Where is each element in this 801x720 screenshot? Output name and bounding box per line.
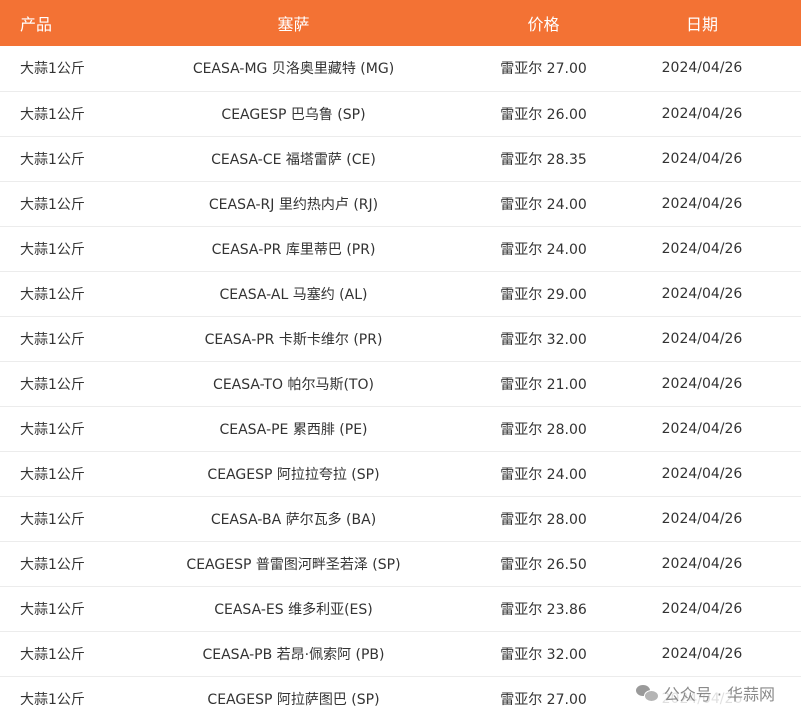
cell-product: 大蒜1公斤	[20, 511, 85, 528]
table-body: 大蒜1公斤 CEASA-MG 贝洛奥里藏特 (MG) 雷亚尔 27.00 2024/0…	[0, 46, 801, 720]
cell-date: 2024/04/26	[661, 645, 743, 662]
cell-product: 大蒜1公斤	[20, 466, 85, 483]
cell-ceasa: CEAGESP 阿拉萨图巴 (SP)	[207, 691, 380, 708]
cell-ceasa: CEASA-CE 福塔雷萨 (CE)	[211, 151, 376, 168]
cell-price: 雷亚尔 21.00	[500, 376, 587, 393]
cell-date: 2024/04/26	[661, 195, 743, 212]
cell-price: 雷亚尔 24.00	[500, 241, 587, 258]
cell-date: 2024/04/26	[661, 60, 743, 77]
cell-date: 2024/04/26	[661, 240, 743, 257]
cell-date: 2024/04/26	[661, 375, 743, 392]
cell-product: 大蒜1公斤	[20, 106, 85, 123]
cell-price: 雷亚尔 32.00	[500, 331, 587, 348]
cell-product: 大蒜1公斤	[20, 241, 85, 258]
cell-date: 2024/04/26	[661, 555, 743, 572]
table-header: 产品 塞萨 价格 日期	[0, 0, 801, 46]
cell-product: 大蒜1公斤	[20, 691, 85, 708]
cell-price: 雷亚尔 27.00	[500, 61, 587, 78]
cell-ceasa: CEASA-AL 马塞约 (AL)	[219, 286, 368, 303]
watermark-text: 公众号 · 华蒜网	[663, 685, 775, 704]
table-row[interactable]: 大蒜1公斤 CEAGESP 阿拉拉夸拉 (SP) 雷亚尔 24.00 2024/04/…	[0, 451, 801, 496]
cell-date: 2024/04/26	[661, 420, 743, 437]
cell-product: 大蒜1公斤	[20, 421, 85, 438]
table-row[interactable]: 大蒜1公斤 CEASA-PE 累西腓 (PE) 雷亚尔 28.00 2024/04/2…	[0, 406, 801, 451]
cell-price: 雷亚尔 23.86	[500, 601, 587, 618]
cell-ceasa: CEASA-RJ 里约热内卢 (RJ)	[208, 196, 379, 213]
cell-product: 大蒜1公斤	[20, 331, 85, 348]
table-row[interactable]: 大蒜1公斤 CEASA-PR 卡斯卡维尔 (PR) 雷亚尔 32.00 2024/04…	[0, 316, 801, 361]
cell-price: 雷亚尔 28.35	[500, 151, 587, 168]
cell-price: 雷亚尔 28.00	[500, 421, 587, 438]
cell-product: 大蒜1公斤	[20, 151, 85, 168]
header-product[interactable]: 产品	[0, 0, 103, 46]
garlic-price-table: 产品 塞萨 价格 日期 大蒜1公斤 CEASA-MG 贝洛奥里藏特 (MG) 雷亚尔…	[0, 0, 801, 720]
cell-price: 雷亚尔 27.00	[500, 691, 587, 708]
cell-ceasa: CEASA-PR 库里蒂巴 (PR)	[211, 241, 376, 258]
cell-price: 雷亚尔 24.00	[500, 196, 587, 213]
table-row[interactable]: 大蒜1公斤 CEASA-PR 库里蒂巴 (PR) 雷亚尔 24.00 2024/04/…	[0, 226, 801, 271]
cell-price: 雷亚尔 28.00	[500, 511, 587, 528]
cell-product: 大蒜1公斤	[20, 556, 85, 573]
cell-ceasa: CEASA-PE 累西腓 (PE)	[219, 421, 368, 438]
cell-date: 2024/04/26	[661, 510, 743, 527]
cell-ceasa: CEAGESP 普雷图河畔圣若泽 (SP)	[186, 556, 401, 573]
table-row[interactable]: 大蒜1公斤 CEASA-AL 马塞约 (AL) 雷亚尔 29.00 2024/04/2…	[0, 271, 801, 316]
header-date[interactable]: 日期	[603, 0, 801, 46]
header-ceasa[interactable]: 塞萨	[103, 0, 484, 46]
cell-ceasa: CEAGESP 巴乌鲁 (SP)	[221, 106, 366, 123]
table-row[interactable]: 大蒜1公斤 CEAGESP 巴乌鲁 (SP) 雷亚尔 26.00 2024/04/26	[0, 91, 801, 136]
table-row[interactable]: 大蒜1公斤 CEASA-MG 贝洛奥里藏特 (MG) 雷亚尔 27.00 2024/0…	[0, 46, 801, 91]
cell-price: 雷亚尔 32.00	[500, 646, 587, 663]
cell-price: 雷亚尔 26.00	[500, 106, 587, 123]
cell-date: 2024/04/26	[661, 330, 743, 347]
table-row[interactable]: 大蒜1公斤 CEASA-CE 福塔雷萨 (CE) 雷亚尔 28.35 2024/04/…	[0, 136, 801, 181]
cell-product: 大蒜1公斤	[20, 646, 85, 663]
table-row[interactable]: 大蒜1公斤 CEAGESP 普雷图河畔圣若泽 (SP) 雷亚尔 26.50 2024/…	[0, 541, 801, 586]
cell-ceasa: CEASA-ES 维多利亚(ES)	[214, 601, 373, 618]
cell-date: 2024/04/26	[661, 105, 743, 122]
table-row[interactable]: 大蒜1公斤 CEASA-TO 帕尔马斯(TO) 雷亚尔 21.00 2024/04/2…	[0, 361, 801, 406]
cell-ceasa: CEASA-MG 贝洛奥里藏特 (MG)	[192, 61, 395, 78]
cell-product: 大蒜1公斤	[20, 601, 85, 618]
cell-date: 2024/04/26	[661, 465, 743, 482]
cell-price: 雷亚尔 24.00	[500, 466, 587, 483]
table-row[interactable]: 大蒜1公斤 CEASA-BA 萨尔瓦多 (BA) 雷亚尔 28.00 2024/04/…	[0, 496, 801, 541]
cell-product: 大蒜1公斤	[20, 61, 85, 78]
header-row: 产品 塞萨 价格 日期	[0, 0, 801, 46]
cell-date: 2024/04/26	[661, 285, 743, 302]
header-price[interactable]: 价格	[484, 0, 603, 46]
cell-product: 大蒜1公斤	[20, 286, 85, 303]
table-row[interactable]: 大蒜1公斤 CEASA-PB 若昂·佩索阿 (PB) 雷亚尔 32.00 2024/0…	[0, 631, 801, 676]
cell-ceasa: CEAGESP 阿拉拉夸拉 (SP)	[207, 466, 380, 483]
price-table-container: 产品 塞萨 价格 日期 大蒜1公斤 CEASA-MG 贝洛奥里藏特 (MG) 雷亚尔…	[0, 0, 801, 720]
wechat-icon	[635, 684, 659, 702]
cell-price: 雷亚尔 26.50	[500, 556, 587, 573]
cell-product: 大蒜1公斤	[20, 376, 85, 393]
wechat-watermark: 公众号 · 华蒜网	[631, 679, 779, 707]
cell-price: 雷亚尔 29.00	[500, 286, 587, 303]
cell-product: 大蒜1公斤	[20, 196, 85, 213]
table-row[interactable]: 大蒜1公斤 CEASA-RJ 里约热内卢 (RJ) 雷亚尔 24.00 2024/04…	[0, 181, 801, 226]
cell-date: 2024/04/26	[661, 600, 743, 617]
cell-date: 2024/04/26	[661, 150, 743, 167]
cell-ceasa: CEASA-BA 萨尔瓦多 (BA)	[210, 511, 377, 528]
table-row[interactable]: 大蒜1公斤 CEASA-ES 维多利亚(ES) 雷亚尔 23.86 2024/04/2…	[0, 586, 801, 631]
cell-ceasa: CEASA-PB 若昂·佩索阿 (PB)	[202, 646, 385, 663]
cell-ceasa: CEASA-TO 帕尔马斯(TO)	[213, 376, 374, 393]
cell-ceasa: CEASA-PR 卡斯卡维尔 (PR)	[204, 331, 383, 348]
